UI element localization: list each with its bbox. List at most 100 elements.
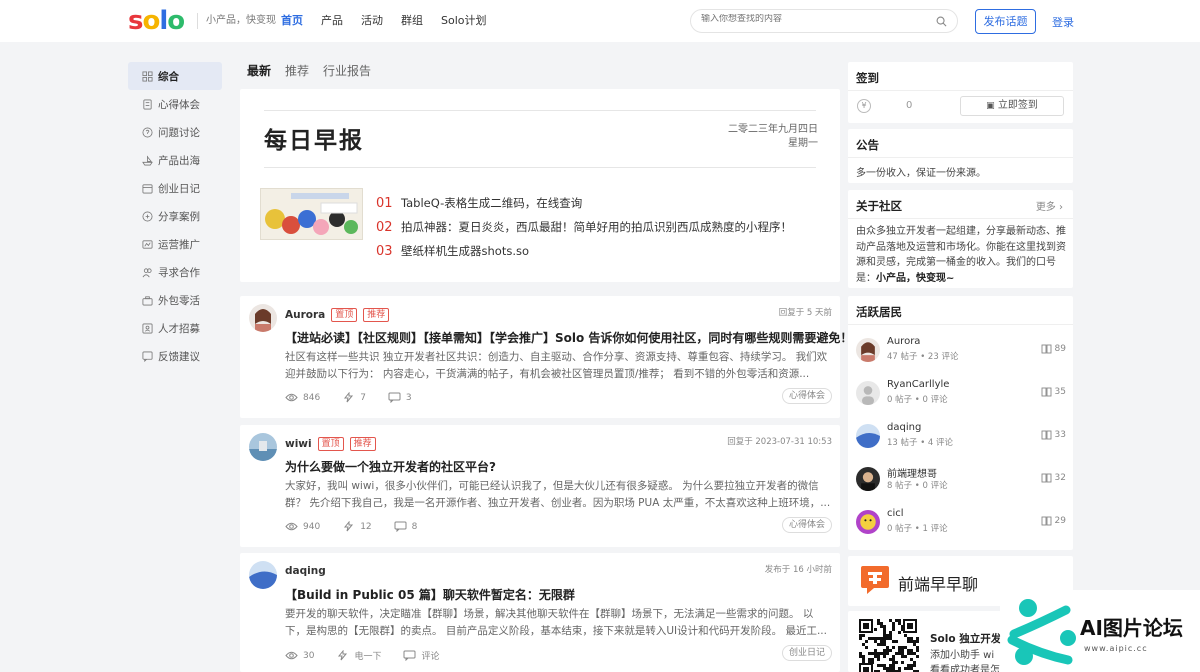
- daily-report-item[interactable]: 02 拍瓜神器：夏日炎炎，西瓜最甜！简单好用的拍瓜识别西瓜成熟度的小程序！: [376, 215, 792, 239]
- post-category-tag[interactable]: 创业日记: [781, 645, 832, 661]
- avatar[interactable]: [249, 304, 277, 332]
- comments-stat[interactable]: 8: [394, 521, 417, 532]
- user-name[interactable]: Aurora: [887, 336, 920, 347]
- sidebar-item-label: 运营推广: [158, 238, 200, 251]
- post-category-tag[interactable]: 心得体会: [781, 517, 832, 533]
- about-more-link[interactable]: 更多 ›: [1036, 198, 1063, 213]
- login-link[interactable]: 登录: [1052, 14, 1074, 30]
- post-author[interactable]: Aurora 置顶 推荐: [285, 308, 390, 322]
- post-excerpt[interactable]: 大家好，我叫 wiwi，很多小伙伴们，可能已经认识我了，但是大伙儿还有很多疑惑。…: [285, 478, 833, 511]
- active-user-row[interactable]: Aurora 47 帖子 • 23 评论 89: [856, 336, 1066, 368]
- comments-stat[interactable]: 评论: [403, 649, 439, 662]
- search-box[interactable]: [690, 9, 958, 33]
- nav-item[interactable]: Solo计划: [441, 13, 487, 29]
- sidebar-item-8[interactable]: 外包零活: [128, 286, 222, 314]
- watermark: AI图片论坛 www.aipic.cc: [1000, 590, 1200, 672]
- post-card[interactable]: wiwi 置顶 推荐 回复于 2023-07-31 10:53 为什么要做一个独立开发者…: [240, 425, 840, 547]
- top-header: solo 小产品，快变现 首页 产品 活动 群组 Solo计划 发布话题 登录: [0, 0, 1200, 42]
- avatar[interactable]: [856, 467, 880, 491]
- user-name[interactable]: 前端理想哥: [887, 465, 937, 480]
- post-excerpt[interactable]: 社区有这样一些共识 独立开发者社区共识：创造力、自主驱动、合作分享、资源支持、尊…: [285, 349, 833, 382]
- sidebar-item-label: 反馈建议: [158, 350, 200, 363]
- sidebar-item-4[interactable]: 创业日记: [128, 174, 222, 202]
- checkin-card: 签到 ¥ 0 ▣ 立即签到: [848, 62, 1073, 123]
- feed-tab[interactable]: 最新: [247, 63, 271, 79]
- about-card: 关于社区 更多 › 由众多独立开发者一起组建，分享最新动态、推动产品落地及运营和…: [848, 190, 1073, 288]
- sidebar-item-9[interactable]: 人才招募: [128, 314, 222, 342]
- calendar-icon: [142, 183, 153, 193]
- about-title: 关于社区: [856, 199, 902, 213]
- daily-report-item[interactable]: 01 TableQ-表格生成二维码，在线查询: [376, 191, 792, 215]
- divider: [848, 218, 1073, 219]
- sidebar-item-6[interactable]: 运营推广: [128, 230, 222, 258]
- avatar[interactable]: [856, 381, 880, 405]
- comments-icon: [388, 392, 401, 403]
- avatar[interactable]: [856, 424, 880, 448]
- nav-item[interactable]: 首页: [281, 13, 303, 29]
- sidebar-item-7[interactable]: 寻求合作: [128, 258, 222, 286]
- views-stat: 940: [285, 521, 320, 532]
- sidebar-item-label: 产品出海: [158, 154, 200, 167]
- nav-item[interactable]: 产品: [321, 13, 343, 29]
- likes-stat[interactable]: 12: [342, 521, 372, 532]
- post-stats: 30 电一下 评论: [285, 649, 461, 662]
- avatar[interactable]: [856, 510, 880, 534]
- active-user-row[interactable]: 前端理想哥 8 帖子 • 0 评论 32: [856, 467, 1066, 497]
- sidebar-item-0[interactable]: 综合: [128, 62, 222, 90]
- nav-item[interactable]: 活动: [361, 13, 383, 29]
- sidebar-item-10[interactable]: 反馈建议: [128, 342, 222, 370]
- solo-logo[interactable]: solo: [128, 7, 185, 35]
- feed-tab[interactable]: 推荐: [285, 63, 309, 79]
- active-user-row[interactable]: daqing 13 帖子 • 4 评论 33: [856, 422, 1066, 454]
- item-text: TableQ-表格生成二维码，在线查询: [401, 196, 583, 210]
- sidebar-item-5[interactable]: 分享案例: [128, 202, 222, 230]
- avatar[interactable]: [249, 561, 277, 589]
- post-category-tag[interactable]: 心得体会: [781, 388, 832, 404]
- users-icon: [142, 267, 152, 277]
- user-stats: 0 帖子 • 1 评论: [887, 524, 948, 534]
- post-title[interactable]: 【进站必读】【社区规则】【接单需知】【学会推广】Solo 告诉你如何使用社区，同…: [285, 329, 852, 346]
- post-author[interactable]: daqing: [285, 565, 326, 577]
- post-card[interactable]: daqing 发布于 16 小时前 【Build in Public 05 篇】聊天…: [240, 553, 840, 672]
- likes-stat[interactable]: 7: [342, 392, 366, 403]
- active-user-row[interactable]: RyanCarllyle 0 帖子 • 0 评论 35: [856, 379, 1066, 411]
- item-number: 02: [376, 219, 393, 235]
- sidebar-item-label: 创业日记: [158, 182, 200, 195]
- notice-card: 公告 多一份收入，保证一份来源。: [848, 129, 1073, 183]
- nav-item[interactable]: 群组: [401, 13, 423, 29]
- post-title[interactable]: 为什么要做一个独立开发者的社区平台?: [285, 458, 496, 475]
- checkin-title: 签到: [856, 71, 879, 85]
- user-name[interactable]: daqing: [887, 422, 921, 433]
- post-author[interactable]: wiwi 置顶 推荐: [285, 437, 376, 451]
- qr-code-icon: [857, 617, 919, 672]
- likes-stat[interactable]: 电一下: [336, 649, 381, 662]
- avatar[interactable]: [856, 338, 880, 362]
- daily-report-card[interactable]: 每日早报 二零二三年九月四日 星期一 01 TableQ-表格生成二维码，在线查询…: [240, 89, 840, 282]
- daily-report-item[interactable]: 03 壁纸样机生成器shots.so: [376, 239, 792, 263]
- publish-topic-button[interactable]: 发布话题: [975, 9, 1036, 34]
- coin-icon: ¥: [857, 99, 871, 113]
- post-card[interactable]: Aurora 置顶 推荐 回复于 5 天前 【进站必读】【社区规则】【接单需知】【学会推…: [240, 296, 852, 418]
- post-tag-badge: 推荐: [363, 308, 390, 322]
- share-icon: [142, 211, 153, 221]
- feed-tab[interactable]: 行业报告: [323, 63, 371, 79]
- sidebar-item-label: 寻求合作: [158, 266, 200, 279]
- sidebar-item-2[interactable]: 问题讨论: [128, 118, 222, 146]
- user-name[interactable]: RyanCarllyle: [887, 379, 949, 390]
- views-stat: 30: [285, 650, 314, 661]
- active-user-row[interactable]: cicl 0 帖子 • 1 评论 29: [856, 508, 1066, 540]
- avatar[interactable]: [249, 433, 277, 461]
- views-stat-value: 846: [303, 392, 321, 403]
- daily-report-thumbnail[interactable]: [260, 188, 363, 240]
- item-number: 03: [376, 243, 393, 259]
- user-name[interactable]: cicl: [887, 508, 904, 519]
- post-excerpt[interactable]: 要开发的聊天软件，决定瞄准【群聊】场景，解决其他聊天软件在【群聊】场景下，无法满…: [285, 606, 833, 639]
- search-icon[interactable]: [936, 16, 947, 27]
- search-input[interactable]: [701, 14, 921, 24]
- post-title[interactable]: 【Build in Public 05 篇】聊天软件暂定名：无限群: [285, 586, 575, 603]
- divider: [264, 110, 816, 111]
- comments-stat[interactable]: 3: [388, 392, 412, 403]
- sidebar-item-1[interactable]: 心得体会: [128, 90, 222, 118]
- checkin-button[interactable]: ▣ 立即签到: [960, 96, 1064, 116]
- sidebar-item-3[interactable]: 产品出海: [128, 146, 222, 174]
